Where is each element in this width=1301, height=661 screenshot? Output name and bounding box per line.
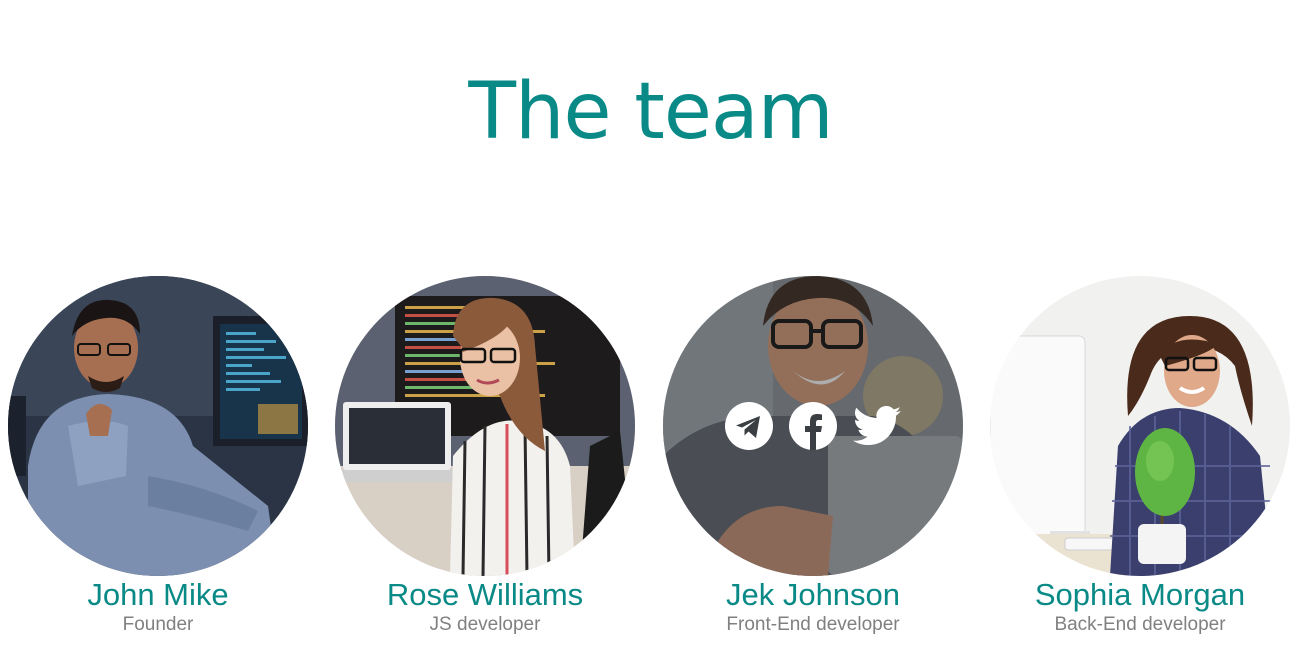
team-member-card: Rose Williams JS developer — [335, 276, 635, 638]
social-overlay — [663, 276, 963, 576]
facebook-icon[interactable] — [789, 402, 837, 450]
member-name: Rose Williams — [386, 577, 584, 612]
member-name: Jek Johnson — [725, 577, 901, 612]
person-photo-icon — [8, 276, 308, 576]
person-photo-icon — [990, 276, 1290, 576]
team-section: The team John Mike Founder Rose Williams… — [0, 0, 1301, 661]
member-photo[interactable] — [335, 276, 635, 576]
team-member-card: Sophia Morgan Back-End developer — [990, 276, 1290, 638]
member-photo[interactable] — [8, 276, 308, 576]
telegram-icon[interactable] — [725, 402, 773, 450]
member-photo[interactable] — [663, 276, 963, 576]
member-role: Founder — [122, 614, 194, 635]
team-member-card: Jek Johnson Front-End developer — [663, 276, 963, 638]
member-name: Sophia Morgan — [1034, 577, 1246, 612]
member-role: JS developer — [429, 614, 541, 635]
team-member-card: John Mike Founder — [8, 276, 308, 638]
section-title: The team — [468, 67, 833, 157]
twitter-icon[interactable] — [853, 402, 901, 450]
member-name: John Mike — [87, 577, 229, 612]
person-photo-icon — [335, 276, 635, 576]
member-photo[interactable] — [990, 276, 1290, 576]
member-role: Back-End developer — [1054, 614, 1226, 635]
member-role: Front-End developer — [726, 614, 900, 635]
